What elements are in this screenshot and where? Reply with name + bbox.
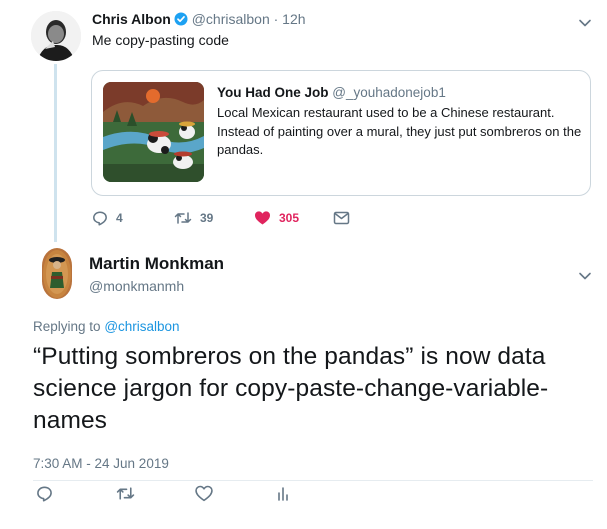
direct-message-button[interactable] xyxy=(333,210,350,226)
replying-prefix: Replying to xyxy=(33,319,101,334)
main-tweet-timestamp[interactable]: 7:30 AM - 24 Jun 2019 xyxy=(33,455,169,473)
like-button[interactable]: 305 xyxy=(254,210,299,226)
analytics-icon xyxy=(278,487,288,501)
avatar-chris-albon[interactable] xyxy=(31,11,81,61)
retweet-count: 39 xyxy=(200,211,214,225)
main-tweet-text: “Putting sombreros on the pandas” is now… xyxy=(33,343,549,434)
main-retweet-button[interactable] xyxy=(116,485,135,507)
parent-tweet-header: Chris Albon @chrisalbon · 12h xyxy=(92,10,306,30)
parent-author-handle[interactable]: @chrisalbon xyxy=(192,11,270,27)
main-author-name[interactable]: Martin Monkman xyxy=(89,254,224,274)
reply-icon xyxy=(93,211,107,226)
quoted-tweet-header: You Had One Job @_youhadonejob1 xyxy=(217,84,446,101)
reply-icon xyxy=(37,486,52,502)
quoted-tweet-image[interactable] xyxy=(103,82,204,182)
main-author-handle[interactable]: @monkmanmh xyxy=(89,277,184,295)
direct-message-icon xyxy=(333,211,350,225)
quoted-author-name[interactable]: You Had One Job xyxy=(217,85,329,100)
reply-button[interactable]: 4 xyxy=(92,210,123,226)
quoted-author-handle[interactable]: @_youhadonejob1 xyxy=(332,85,446,100)
parent-author-name[interactable]: Chris Albon xyxy=(92,11,171,27)
replying-to: Replying to @chrisalbon xyxy=(33,318,180,336)
chevron-down-icon[interactable] xyxy=(578,268,592,280)
main-like-button[interactable] xyxy=(195,485,213,507)
main-analytics-button[interactable] xyxy=(276,485,290,507)
heart-icon xyxy=(255,211,270,225)
retweet-icon xyxy=(116,487,135,500)
verified-icon xyxy=(174,12,188,30)
reply-count: 4 xyxy=(116,211,123,225)
parent-tweet-text: Me copy-pasting code xyxy=(92,32,229,48)
avatar-martin-monkman[interactable] xyxy=(42,248,72,299)
quoted-tweet-text: Local Mexican restaurant used to be a Ch… xyxy=(217,105,582,157)
divider xyxy=(33,480,593,481)
thread-line xyxy=(54,64,57,242)
retweet-button[interactable]: 39 xyxy=(174,210,213,226)
parent-tweet-time[interactable]: · 12h xyxy=(274,11,306,27)
retweet-icon xyxy=(174,212,192,224)
main-reply-button[interactable] xyxy=(36,485,53,507)
heart-icon xyxy=(195,485,213,502)
replying-mention-link[interactable]: @chrisalbon xyxy=(104,319,179,334)
like-count: 305 xyxy=(279,211,300,225)
chevron-down-icon[interactable] xyxy=(578,15,592,27)
